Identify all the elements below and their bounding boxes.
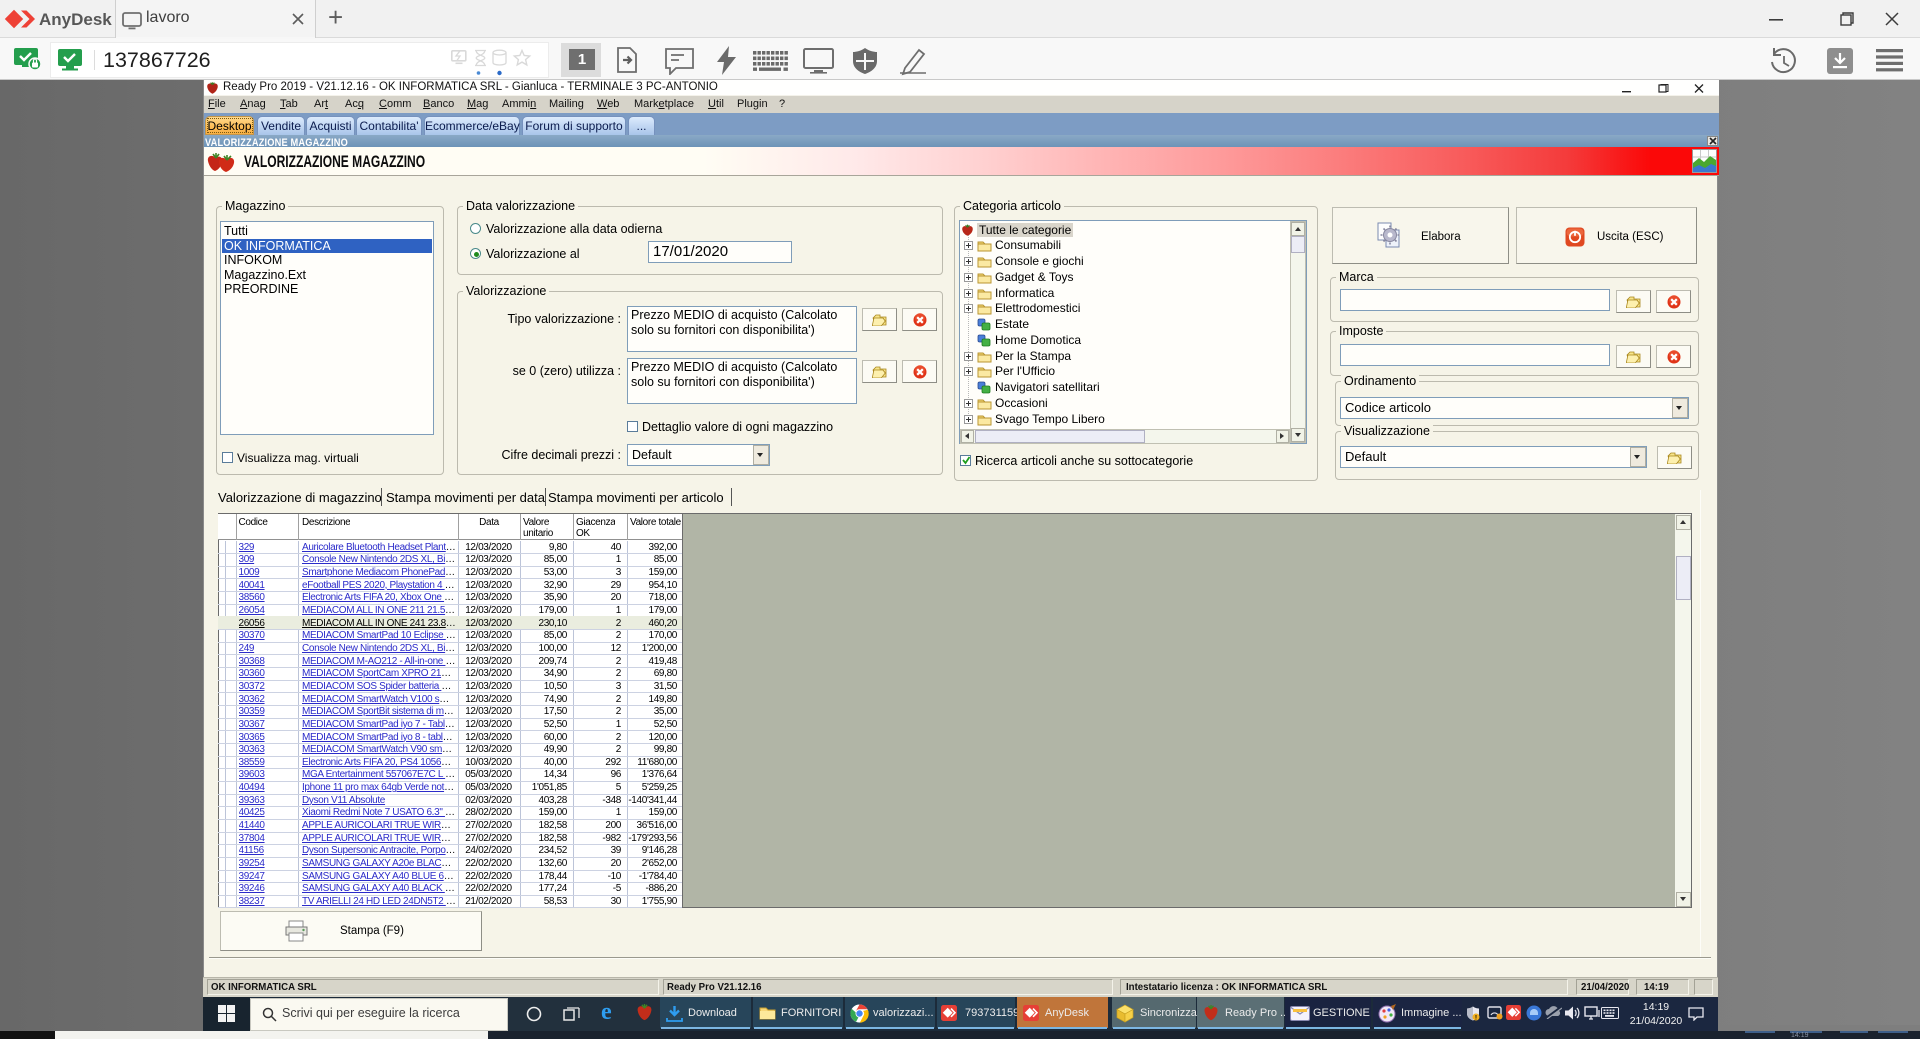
svg-text:!: ! <box>1475 1016 1477 1021</box>
